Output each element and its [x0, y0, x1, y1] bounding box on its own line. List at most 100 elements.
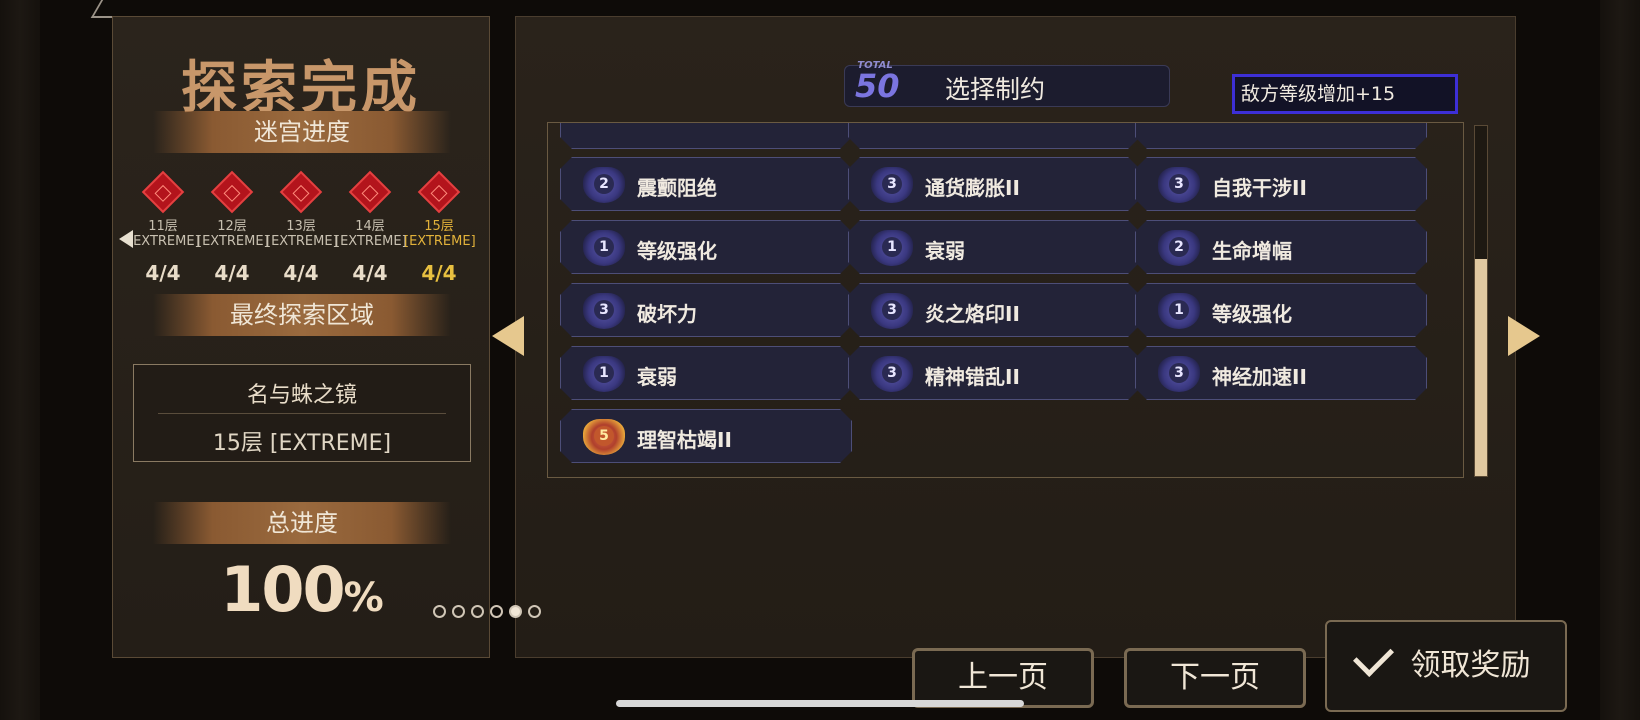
- floor-count: 4/4: [421, 261, 457, 285]
- floor-count: 4/4: [283, 261, 319, 285]
- restriction-card[interactable]: 3 精神错乱II: [848, 346, 1140, 400]
- restriction-panel: TOTAL 50 选择制约 敌方等级增加+15 2 震颤阻绝 3 通货膨胀II 3 自我干…: [515, 16, 1516, 658]
- floor-diamond-icon: [141, 170, 185, 214]
- floor-count: 4/4: [352, 261, 388, 285]
- area-floor: 15层 [EXTREME]: [212, 431, 392, 456]
- header-title: 选择制约: [945, 75, 1046, 104]
- prev-page-button[interactable]: 上一页: [912, 648, 1094, 708]
- restriction-level: 3: [882, 174, 902, 194]
- restriction-card[interactable]: 3 自我干涉II: [1135, 157, 1427, 211]
- restriction-level: 2: [1169, 237, 1189, 257]
- restriction-label: 生命增幅: [1212, 239, 1292, 263]
- restriction-emblem-icon: 3: [583, 293, 625, 329]
- restriction-level: 1: [594, 363, 614, 383]
- restriction-card[interactable]: 3 神经加速II: [1135, 346, 1427, 400]
- floor-diamond-icon: [210, 170, 254, 214]
- restriction-card[interactable]: 5 理智枯竭II: [560, 409, 852, 463]
- restriction-card[interactable]: 3 通货膨胀II: [848, 157, 1140, 211]
- restriction-label: 破坏力: [637, 302, 697, 326]
- restriction-label: 神经加速II: [1212, 365, 1307, 389]
- page-dot[interactable]: [490, 605, 503, 618]
- restriction-card[interactable]: 2 生命增幅: [1135, 220, 1427, 274]
- floor-count: 4/4: [145, 261, 181, 285]
- maze-progress-header: 迷宫进度: [153, 111, 451, 153]
- floor-diamond-icon: [417, 170, 461, 214]
- restriction-label: 精神错乱II: [925, 365, 1020, 389]
- restriction-emblem-icon: 3: [871, 356, 913, 392]
- restriction-card-partial[interactable]: [560, 122, 852, 149]
- restriction-label: 衰弱: [637, 365, 677, 389]
- restriction-level: 5: [594, 426, 614, 446]
- restriction-label: 震颤阻绝: [637, 176, 717, 200]
- restriction-emblem-icon: 1: [583, 230, 625, 266]
- total-value: 50: [855, 67, 900, 105]
- check-icon: [1352, 635, 1394, 678]
- restriction-label: 通货膨胀II: [925, 176, 1020, 200]
- restriction-level: 3: [1169, 174, 1189, 194]
- restriction-level: 2: [594, 174, 614, 194]
- floor-label: 11层 [EXTREME]: [133, 219, 200, 249]
- restriction-level: 3: [594, 300, 614, 320]
- page-dot[interactable]: [433, 605, 446, 618]
- restriction-label: 炎之烙印II: [925, 302, 1020, 326]
- floor-item: 14层 [EXTREME] 4/4: [335, 165, 407, 285]
- claim-label: 领取奖励: [1410, 648, 1531, 683]
- restriction-emblem-icon: 1: [871, 230, 913, 266]
- restriction-card[interactable]: 3 破坏力: [560, 283, 852, 337]
- page-indicator: [430, 603, 544, 622]
- next-page-arrow-icon[interactable]: [1508, 316, 1540, 356]
- restriction-label: 等级强化: [637, 239, 717, 263]
- floor-label: 15层 [EXTREME]: [404, 219, 476, 249]
- restriction-card[interactable]: 2 震颤阻绝: [560, 157, 852, 211]
- final-area-box: 名与蛛之镜 15层 [EXTREME]: [133, 364, 471, 462]
- restriction-card[interactable]: 1 衰弱: [560, 346, 852, 400]
- final-area-header: 最终探索区域: [153, 294, 451, 336]
- frame-right: [1600, 0, 1640, 720]
- restriction-card[interactable]: 3 炎之烙印II: [848, 283, 1140, 337]
- restriction-emblem-icon: 1: [1158, 293, 1200, 329]
- restriction-card[interactable]: 1 等级强化: [1135, 283, 1427, 337]
- floor-count: 4/4: [214, 261, 250, 285]
- restriction-card-partial[interactable]: [848, 122, 1140, 149]
- scrollbar-thumb[interactable]: [1475, 259, 1487, 476]
- restriction-emblem-icon: 1: [583, 356, 625, 392]
- floor-label: 14层 [EXTREME]: [335, 219, 407, 249]
- prev-page-arrow-icon[interactable]: [492, 316, 524, 356]
- total-badge: TOTAL 50: [855, 60, 900, 105]
- restriction-level: 3: [1169, 363, 1189, 383]
- floor-scroll-left-icon[interactable]: [119, 230, 133, 248]
- progress-unit: %: [343, 575, 384, 621]
- restriction-grid: 2 震颤阻绝 3 通货膨胀II 3 自我干涉II 1 等级强化 1 衰弱 2 生命增幅 3 破坏力 3 炎之烙…: [547, 122, 1464, 478]
- total-progress-header: 总进度: [153, 502, 451, 544]
- restriction-label: 衰弱: [925, 239, 965, 263]
- floor-label: 13层 [EXTREME]: [266, 219, 338, 249]
- restriction-level: 1: [594, 237, 614, 257]
- next-page-button[interactable]: 下一页: [1124, 648, 1306, 708]
- restriction-card-partial[interactable]: [1135, 122, 1427, 149]
- page-dot[interactable]: [471, 605, 484, 618]
- restriction-emblem-icon: 3: [1158, 167, 1200, 203]
- restriction-card[interactable]: 1 等级强化: [560, 220, 852, 274]
- restriction-level: 3: [882, 363, 902, 383]
- restriction-header: TOTAL 50 选择制约: [844, 60, 1170, 107]
- restriction-level: 1: [882, 237, 902, 257]
- page-dot[interactable]: [452, 605, 465, 618]
- frame-left: [0, 0, 40, 720]
- restriction-card[interactable]: 1 衰弱: [848, 220, 1140, 274]
- scrollbar[interactable]: [1474, 125, 1488, 477]
- restriction-emblem-icon: 3: [871, 167, 913, 203]
- page-dot[interactable]: [509, 605, 522, 618]
- enemy-level-info: 敌方等级增加+15: [1232, 74, 1458, 114]
- restriction-emblem-icon: 2: [583, 167, 625, 203]
- restriction-emblem-icon: 3: [871, 293, 913, 329]
- page-dot[interactable]: [528, 605, 541, 618]
- restriction-label: 理智枯竭II: [637, 428, 732, 452]
- home-indicator: [616, 700, 1024, 707]
- claim-reward-button[interactable]: 领取奖励: [1325, 620, 1567, 712]
- floor-item: 11层 [EXTREME] 4/4: [133, 165, 200, 285]
- restriction-label: 自我干涉II: [1212, 176, 1307, 200]
- restriction-emblem-icon: 3: [1158, 356, 1200, 392]
- floor-item: 15层 [EXTREME] 4/4: [404, 165, 476, 285]
- area-name: 名与蛛之镜: [246, 383, 357, 408]
- restriction-level: 3: [882, 300, 902, 320]
